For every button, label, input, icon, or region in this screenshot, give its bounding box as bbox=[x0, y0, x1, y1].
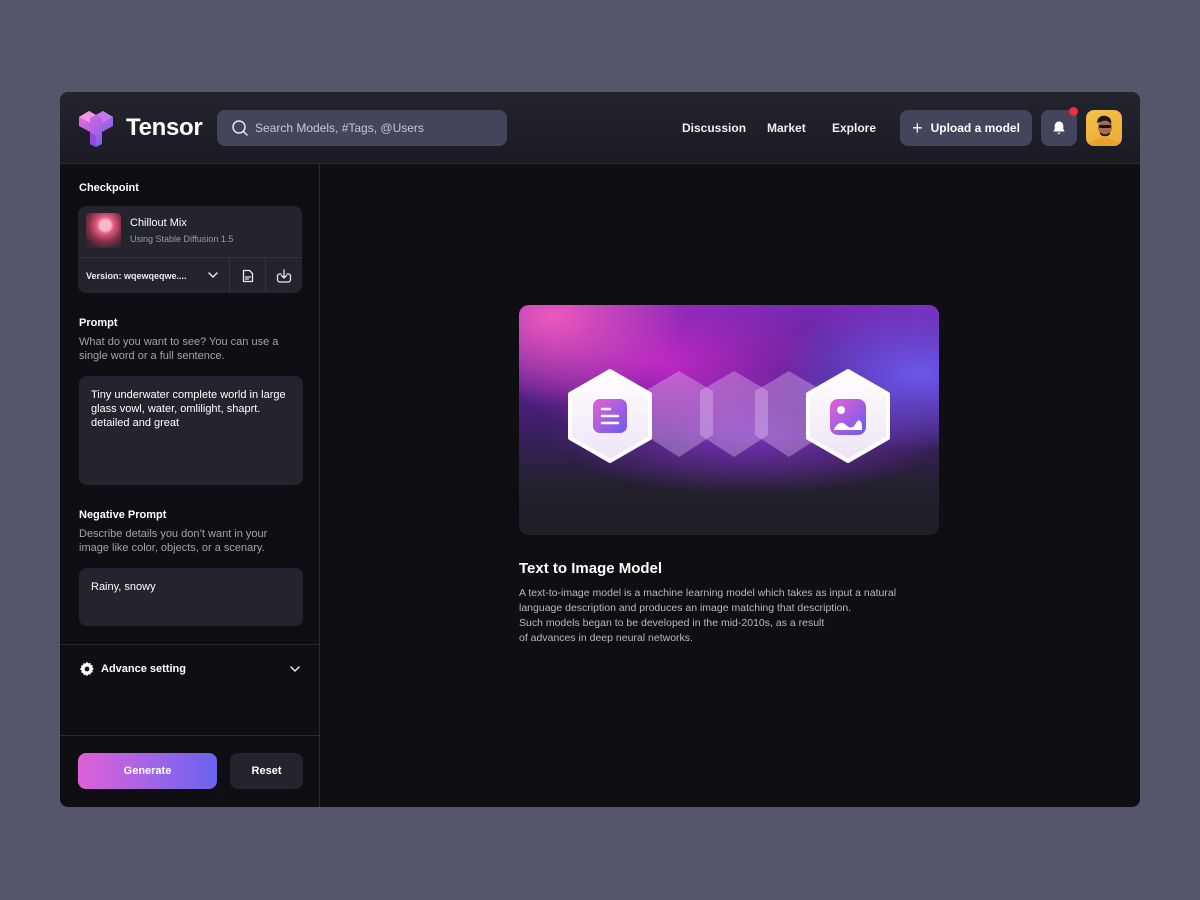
bell-icon bbox=[1053, 121, 1065, 135]
user-avatar[interactable] bbox=[1086, 110, 1122, 146]
document-icon bbox=[242, 269, 253, 282]
avatar-image bbox=[1090, 115, 1118, 146]
version-value: Version: wqewqeqwe.... bbox=[86, 270, 187, 281]
chevron-down-icon bbox=[208, 272, 218, 278]
generation-sidebar: Checkpoint Chillout Mix Using Stable Dif… bbox=[60, 164, 320, 807]
advance-setting-toggle[interactable]: Advance setting bbox=[79, 659, 301, 679]
model-title: Text to Image Model bbox=[519, 560, 663, 577]
image-hexagon bbox=[806, 369, 890, 463]
search-input[interactable] bbox=[255, 121, 495, 135]
brand-name: Tensor bbox=[126, 114, 203, 141]
search-icon bbox=[232, 120, 248, 136]
divider bbox=[60, 735, 320, 736]
checkpoint-card: Chillout Mix Using Stable Diffusion 1.5 … bbox=[78, 206, 302, 293]
version-select[interactable]: Version: wqewqeqwe.... bbox=[78, 258, 229, 293]
generate-button[interactable]: Generate bbox=[78, 753, 217, 789]
divider bbox=[60, 644, 320, 645]
negative-prompt-description: Describe details you don’t want in your … bbox=[79, 528, 268, 554]
model-base: Using Stable Diffusion 1.5 bbox=[130, 234, 234, 244]
plus-icon: + bbox=[912, 118, 923, 138]
nav-market[interactable]: Market bbox=[767, 121, 806, 135]
hero-illustration bbox=[519, 305, 939, 535]
tensor-logo-icon bbox=[79, 111, 113, 147]
notification-badge bbox=[1069, 107, 1078, 116]
model-description: A text-to-image model is a machine learn… bbox=[519, 587, 897, 644]
download-button[interactable] bbox=[265, 258, 301, 293]
checkpoint-label: Checkpoint bbox=[79, 182, 139, 194]
details-button[interactable] bbox=[229, 258, 265, 293]
top-bar: Tensor Discussion Market Explore + Uploa… bbox=[60, 92, 1140, 164]
app-window: Tensor Discussion Market Explore + Uploa… bbox=[60, 92, 1140, 807]
gear-icon bbox=[79, 661, 94, 677]
prompt-description: What do you want to see? You can use a s… bbox=[79, 336, 279, 362]
checkpoint-actions: Version: wqewqeqwe.... bbox=[78, 257, 302, 293]
prompt-label: Prompt bbox=[79, 317, 118, 329]
negative-prompt-input[interactable]: Rainy, snowy bbox=[79, 568, 303, 626]
nav-discussion[interactable]: Discussion bbox=[682, 121, 746, 135]
nav-explore[interactable]: Explore bbox=[832, 121, 876, 135]
reset-button[interactable]: Reset bbox=[230, 753, 303, 789]
advance-setting-label: Advance setting bbox=[101, 663, 186, 675]
text-to-image-graphic bbox=[568, 369, 890, 463]
notifications-button[interactable] bbox=[1041, 107, 1078, 146]
upload-model-button[interactable]: + Upload a model bbox=[900, 110, 1032, 146]
model-name: Chillout Mix bbox=[130, 217, 187, 229]
download-icon bbox=[276, 268, 291, 283]
text-hexagon bbox=[568, 369, 652, 463]
search-bar[interactable] bbox=[217, 110, 507, 146]
chevron-down-icon bbox=[290, 666, 300, 672]
upload-label: Upload a model bbox=[930, 121, 1020, 135]
model-thumbnail bbox=[86, 213, 121, 248]
negative-prompt-label: Negative Prompt bbox=[79, 509, 167, 521]
prompt-input[interactable]: Tiny underwater complete world in large … bbox=[79, 376, 303, 485]
